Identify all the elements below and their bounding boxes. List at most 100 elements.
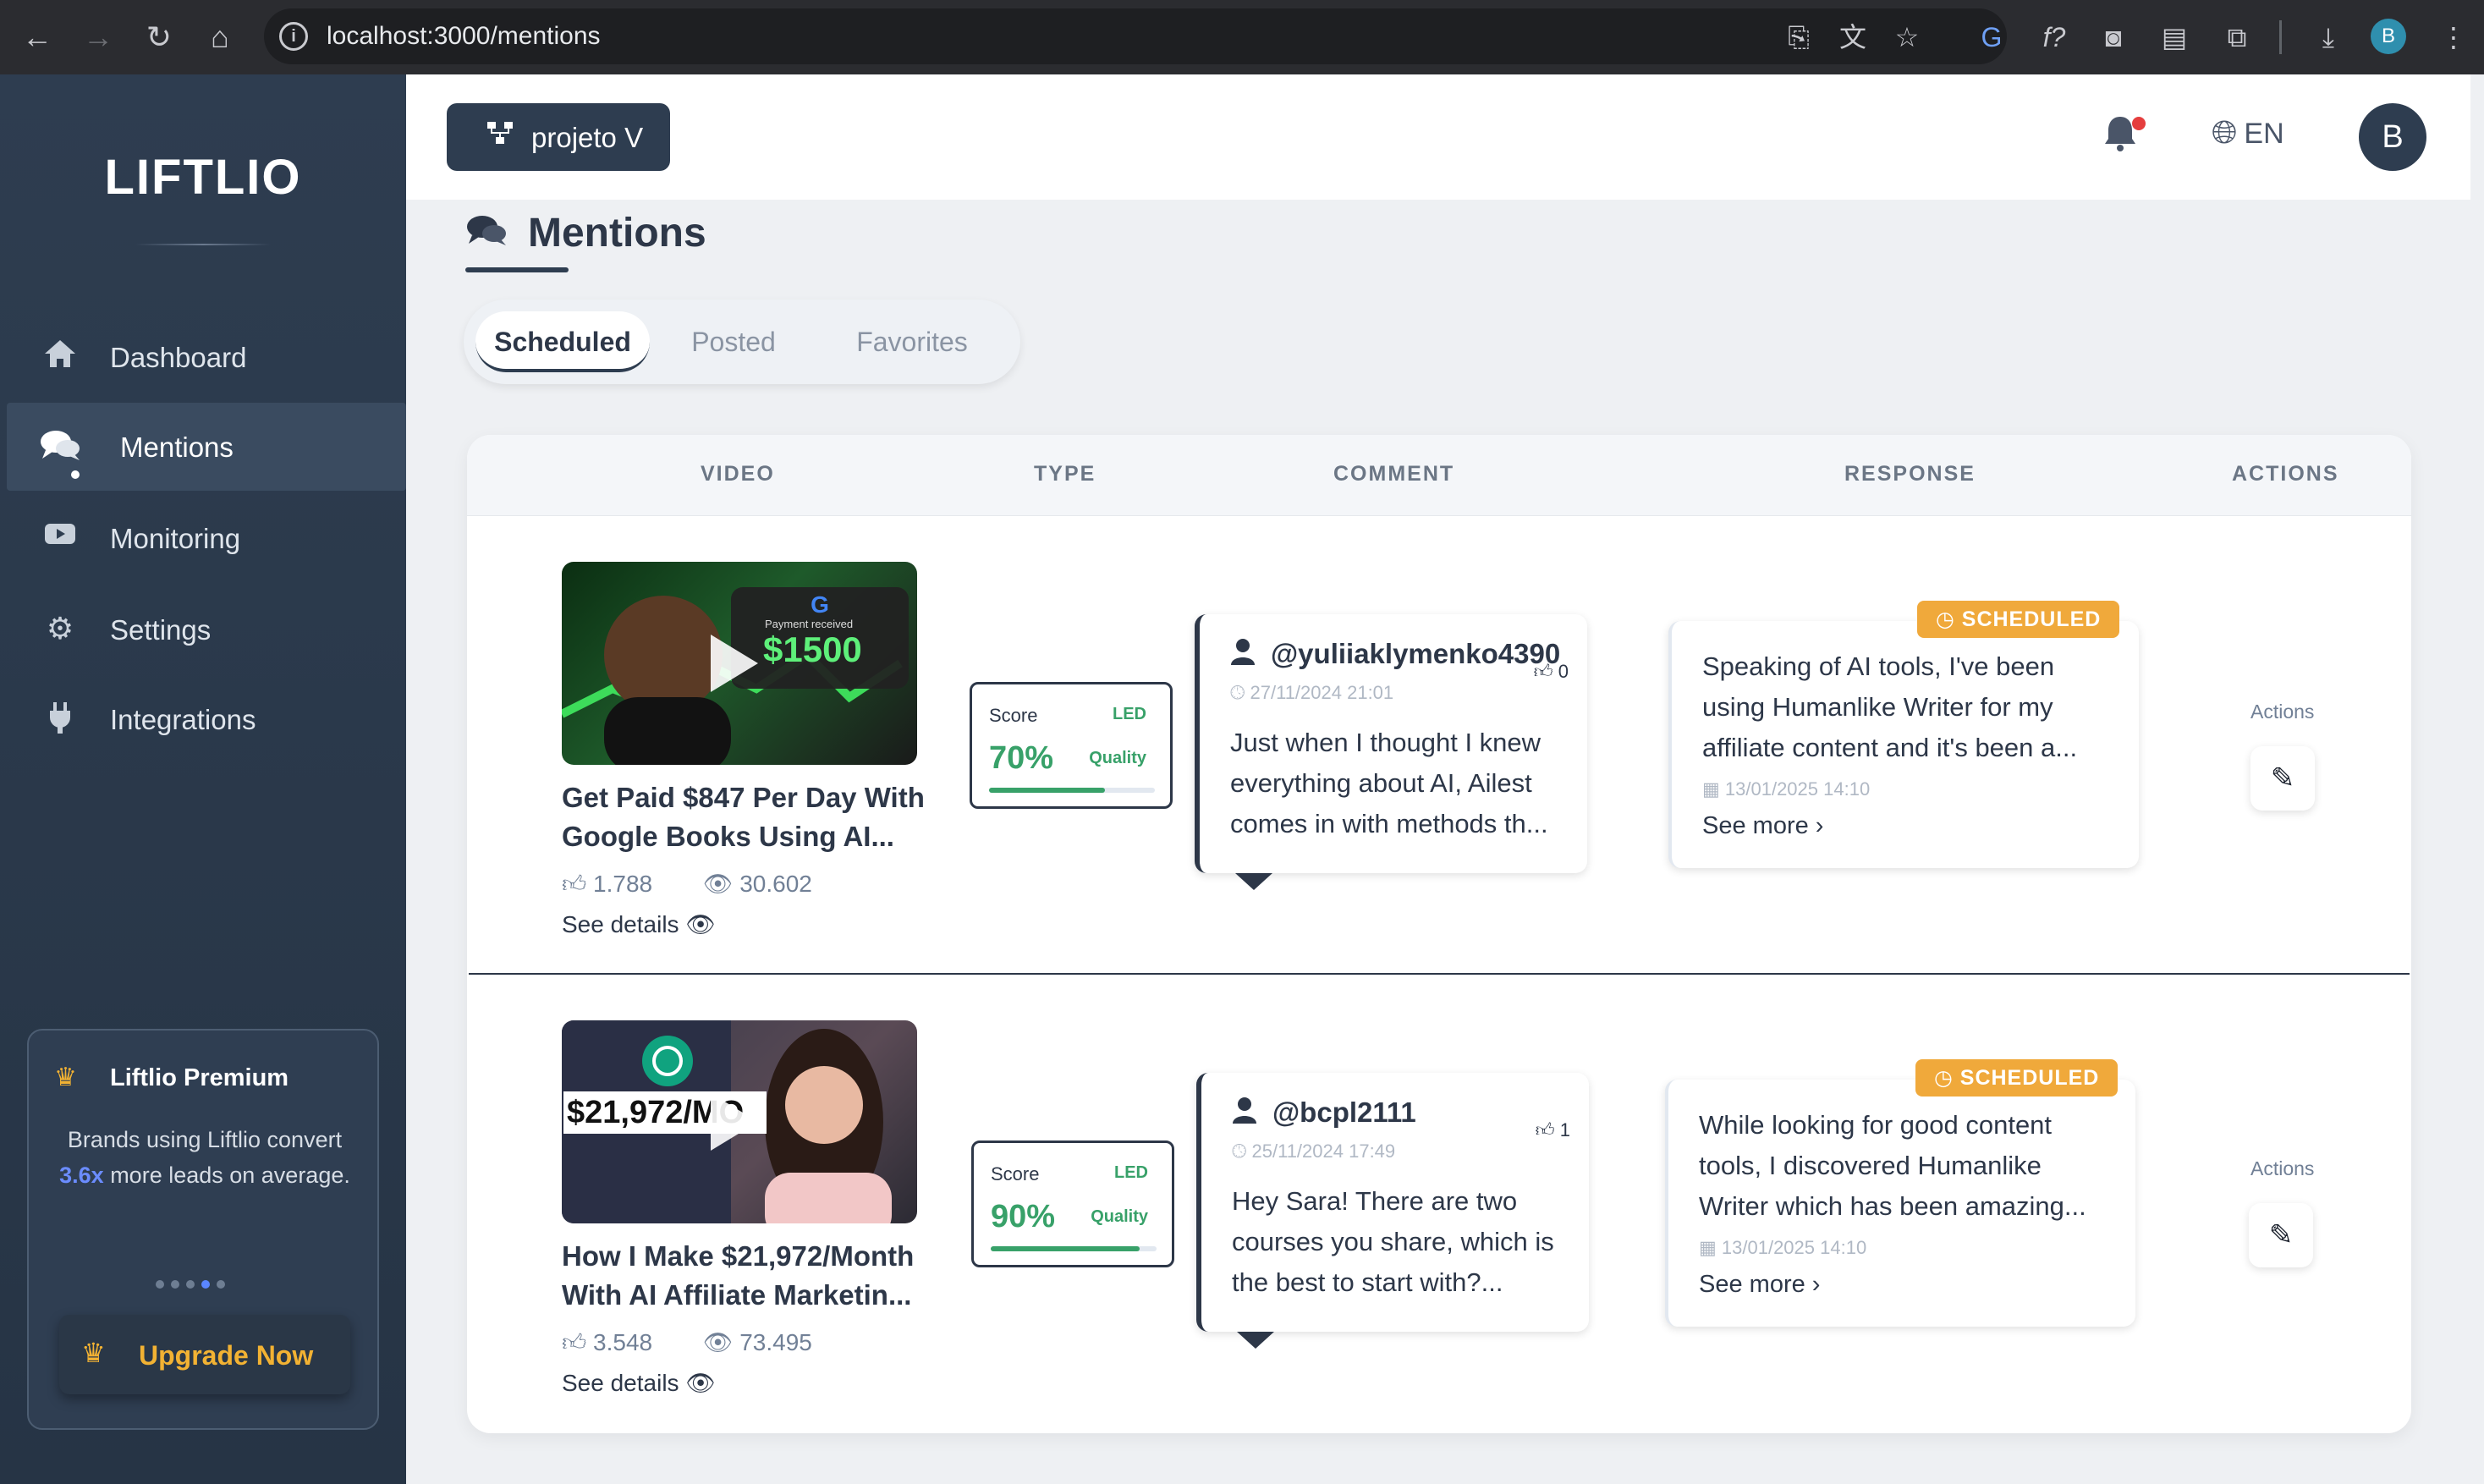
project-selector-button[interactable]: projeto V [447,103,670,171]
upgrade-now-button[interactable]: ♛ Upgrade Now [59,1315,350,1394]
edit-button[interactable]: ✎ [2249,1203,2313,1267]
sidebar-item-integrations[interactable]: Integrations [7,675,406,763]
svg-text:G: G [811,591,829,618]
see-details-link[interactable]: See details 👁︎ [562,910,716,938]
video-stats: 👍︎ 3.548 👁︎ 73.495 [562,1328,856,1357]
title-underline [465,267,569,272]
response-text: Speaking of AI tools, I've been using Hu… [1702,651,2078,762]
back-icon[interactable]: ← [19,19,56,56]
logo-divider [135,244,271,245]
actions-label: Actions [2250,701,2315,723]
camera-icon[interactable]: ◙ [2093,17,2134,58]
sidebar-item-label: Mentions [120,431,234,463]
edit-button[interactable]: ✎ [2250,746,2315,811]
comment-username[interactable]: @bcpl2111 [1272,1097,1416,1129]
comment-pointer [1235,873,1272,890]
comment-date: 🕓︎ 27/11/2024 21:01 [1230,682,1394,703]
address-bar[interactable]: i localhost:3000/mentions [264,8,2007,64]
notification-dot [2132,117,2146,130]
comments-icon [39,428,81,465]
comment-likes: 👍︎ 0 [1533,661,1569,682]
sidebar-item-settings[interactable]: ⚙ Settings [7,585,406,673]
comment-pointer [1237,1332,1274,1349]
comments-icon [465,213,508,256]
play-icon [711,635,758,692]
response-date: ▦ 13/01/2025 14:10 [1702,778,1871,800]
download-icon[interactable]: ⤓ [2308,17,2349,58]
likes-stat: 👍︎ 3.548 [562,1329,653,1355]
sidebar-item-dashboard[interactable]: Dashboard [7,313,406,401]
table-row: G Payment received $1500 Get Paid $847 P… [467,516,2411,975]
plug-icon [39,701,81,738]
browser-menu-icon[interactable]: ⋮ [2433,17,2474,58]
response-card: While looking for good content tools, I … [1665,1080,2135,1327]
sidebar-item-label: Dashboard [110,342,247,373]
sidebar-item-label: Settings [110,614,212,646]
app-logo[interactable]: LIFTLIO [0,149,406,206]
tab-scheduled[interactable]: Scheduled [475,311,650,372]
see-more-link[interactable]: See more › [1699,1271,1820,1299]
carousel-dots[interactable] [156,1278,232,1293]
response-date: ▦ 13/01/2025 14:10 [1699,1237,1867,1258]
formula-extension-icon[interactable]: f? [2034,17,2075,58]
active-indicator-dot [71,470,80,479]
user-icon [1232,1097,1257,1130]
views-stat: 👁︎ 30.602 [702,871,812,897]
sidebar-item-label: Monitoring [110,523,241,554]
comment-text: Hey Sara! There are two courses you shar… [1232,1186,1554,1297]
sidebar-item-monitoring[interactable]: Monitoring [7,494,406,582]
see-details-link[interactable]: See details 👁︎ [562,1369,716,1397]
home-browser-icon[interactable]: ⌂ [201,19,239,56]
forward-icon[interactable]: → [80,19,117,56]
thumbnail-subtext: Payment received [765,618,854,630]
mentions-tabs: Scheduled Posted Favorites [464,300,1020,384]
see-more-link[interactable]: See more › [1702,812,1823,840]
language-selector[interactable]: 🌐︎ EN [2212,115,2284,151]
video-thumbnail[interactable]: $21,972/MO [562,1020,917,1223]
play-icon [711,1093,758,1151]
premium-description: Brands using Liftlio convert 3.6x more l… [59,1127,350,1188]
sidebar-item-mentions[interactable]: Mentions [7,403,406,491]
type-score-card: Score LED 90% Quality [971,1140,1174,1267]
video-thumbnail[interactable]: G Payment received $1500 [562,562,917,765]
score-progress-bar [991,1246,1157,1251]
user-avatar[interactable]: B [2359,103,2426,171]
scheduled-badge: ◷ SCHEDULED [1915,1059,2119,1097]
notifications-bell-icon[interactable] [2102,113,2149,161]
column-header-response: RESPONSE [1844,462,1976,486]
type-score-card: Score LED 70% Quality [970,682,1173,809]
url-text[interactable]: localhost:3000/mentions [327,22,601,51]
user-icon [1230,638,1256,672]
comment-likes: 👍︎ 1 [1535,1119,1570,1140]
google-translate-icon[interactable]: G [1971,17,2012,58]
site-info-icon[interactable]: i [279,22,308,51]
bookmark-star-icon[interactable]: ☆ [1887,17,1927,58]
toolbar-separator [2279,20,2282,54]
top-header: projeto V 🌐︎ EN B [406,74,2470,200]
comment-username[interactable]: @yuliiaklymenko4390 [1271,638,1560,670]
gear-icon: ⚙ [46,611,74,646]
globe-icon: 🌐︎ [2212,115,2238,151]
thumbnail-amount: $1500 [763,629,862,669]
pencil-icon: ✎ [2270,762,2295,794]
table-row: $21,972/MO How I Make $21,972/Month With… [467,975,2411,1433]
crown-icon: ♛ [54,1064,77,1091]
table-header: VIDEO TYPE COMMENT RESPONSE ACTIONS [467,435,2411,516]
likes-stat: 👍︎ 1.788 [562,871,653,897]
response-card: Speaking of AI tools, I've been using Hu… [1668,621,2139,868]
comment-text: Just when I thought I knew everything ab… [1230,728,1548,838]
puzzle-icon[interactable]: ⧉ [2217,17,2257,58]
video-title[interactable]: Get Paid $847 Per Day With Google Books … [562,778,934,856]
video-title[interactable]: How I Make $21,972/Month With AI Affilia… [562,1237,934,1315]
tab-posted[interactable]: Posted [662,311,805,372]
extension-printer-icon[interactable]: ▤ [2154,17,2195,58]
column-header-comment: COMMENT [1333,462,1455,486]
tab-favorites[interactable]: Favorites [819,311,1005,372]
translate-icon[interactable]: 文 [1833,17,1873,58]
install-app-icon[interactable]: ⎘ [1778,17,1819,58]
pencil-icon: ✎ [2268,1219,2294,1251]
browser-profile-avatar[interactable]: B [2371,19,2406,54]
comment-date: 🕓︎ 25/11/2024 17:49 [1232,1140,1396,1162]
reload-icon[interactable]: ↻ [140,19,178,56]
home-icon [39,338,81,376]
